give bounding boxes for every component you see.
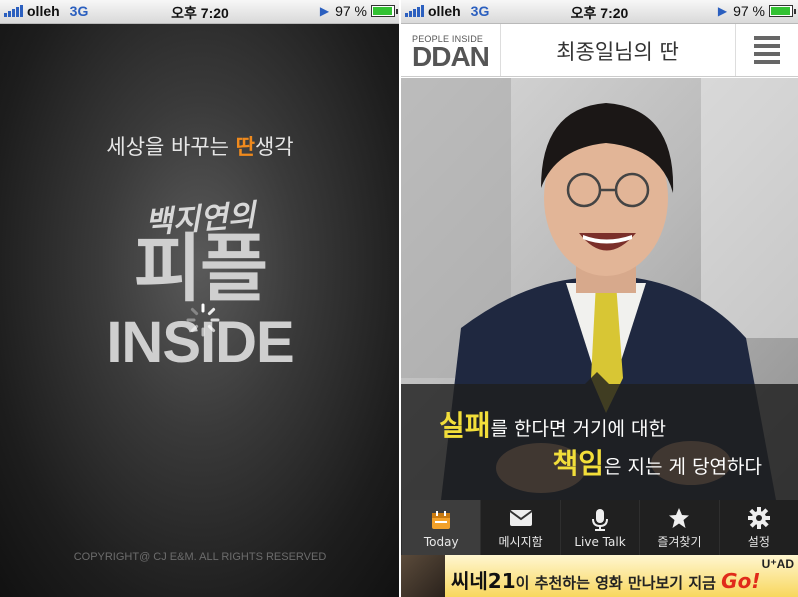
ad-badge: U⁺AD	[761, 557, 794, 571]
splash-tagline: 세상을 바꾸는 딴생각	[0, 131, 400, 161]
tab-favorites[interactable]: 즐겨찾기	[639, 500, 718, 555]
tagline-text: 세상을 바꾸는	[106, 135, 236, 159]
tab-bar: Today 메시지함 Live Talk 즐겨찾기 설정	[401, 500, 798, 555]
tab-settings[interactable]: 설정	[718, 500, 798, 555]
brand-logo[interactable]: PEOPLE INSIDE DDAN	[412, 34, 492, 72]
brand-big-text: DDAN	[412, 41, 490, 72]
status-bar: olleh 3G 오후 7:20 ▶ 97 %	[401, 0, 798, 24]
quote-text: 를 한다면 거기에 대한	[490, 418, 666, 440]
ad-banner[interactable]: 씨네21이 추천하는 영화 만나보기 지금 Go! U⁺AD	[401, 555, 798, 597]
calendar-icon	[428, 507, 454, 533]
app-navbar: PEOPLE INSIDE DDAN 최종일님의 딴	[401, 24, 798, 77]
caption-pointer	[585, 372, 609, 384]
status-bar: olleh 3G 오후 7:20 ▶ 97 %	[0, 0, 400, 24]
battery-icon	[371, 5, 398, 17]
tab-label: Today	[423, 534, 459, 549]
tagline-highlight: 딴	[235, 135, 255, 159]
battery-icon	[769, 5, 796, 17]
copyright-text: COPYRIGHT@ CJ E&M. ALL RIGHTS RESERVED	[73, 551, 327, 563]
tab-label: 설정	[747, 535, 770, 549]
featured-image[interactable]: 실패를 한다면 거기에 대한 책임은 지는 게 당연하다	[401, 78, 798, 500]
quote-line-2: 책임은 지는 게 당연하다	[553, 442, 763, 482]
play-icon: ▶	[319, 4, 330, 18]
splash-screen: olleh 3G 오후 7:20 ▶ 97 % 세상을 바꾸는 딴생각 백지연의…	[0, 0, 400, 597]
splash-background: 세상을 바꾸는 딴생각 백지연의 피플 INSIDE COPYRIGHT@ CJ…	[0, 24, 400, 597]
ad-brand: 씨네21	[451, 569, 516, 593]
gear-icon	[746, 505, 772, 531]
microphone-icon	[587, 507, 613, 533]
mail-icon	[508, 505, 534, 531]
star-icon	[666, 505, 692, 531]
quote-text: 은 지는 게 당연하다	[604, 456, 762, 478]
tab-label: 메시지함	[498, 535, 543, 549]
menu-button[interactable]	[736, 24, 798, 76]
tagline-suffix: 생각	[254, 135, 294, 159]
app-home-screen: olleh 3G 오후 7:20 ▶ 97 % PEOPLE INSIDE DD…	[401, 0, 798, 597]
quote-caption: 실패를 한다면 거기에 대한 책임은 지는 게 당연하다	[401, 372, 798, 500]
battery-percent: 97 %	[335, 3, 367, 19]
tab-messages[interactable]: 메시지함	[480, 500, 559, 555]
battery-percent: 97 %	[733, 3, 765, 19]
tab-live-talk[interactable]: Live Talk	[559, 500, 639, 555]
ad-go: Go!	[721, 569, 761, 593]
page-title: 최종일님의 딴	[556, 40, 679, 64]
quote-emphasis: 실패	[439, 409, 491, 442]
play-icon: ▶	[717, 4, 728, 18]
logo-main: 피플	[133, 226, 268, 312]
tab-today[interactable]: Today	[401, 500, 481, 555]
loading-spinner-icon	[186, 303, 220, 337]
ad-text: 씨네21이 추천하는 영화 만나보기 지금 Go!	[451, 565, 760, 594]
list-menu-icon	[754, 34, 780, 66]
tab-label: 즐겨찾기	[657, 535, 702, 549]
tab-label: Live Talk	[574, 534, 626, 549]
quote-line-1: 실패를 한다면 거기에 대한	[439, 404, 666, 444]
quote-emphasis: 책임	[552, 447, 605, 480]
ad-thumbnail	[401, 555, 445, 597]
ad-message: 이 추천하는 영화 만나보기 지금	[515, 574, 722, 592]
